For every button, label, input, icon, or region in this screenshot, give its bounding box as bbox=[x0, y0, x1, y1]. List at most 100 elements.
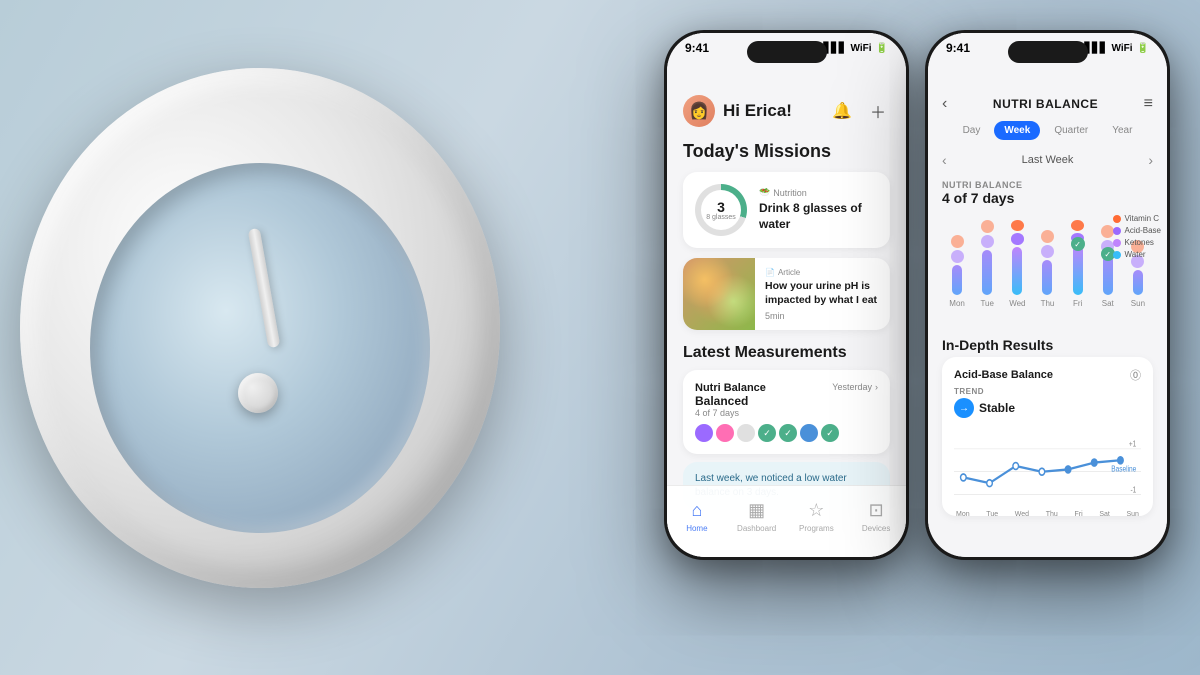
tab-year[interactable]: Year bbox=[1102, 121, 1142, 140]
avatar-hi-area: 👩 Hi Erica! bbox=[683, 95, 792, 127]
status-time-2: 9:41 bbox=[946, 41, 970, 55]
article-category: 📄 Article bbox=[765, 268, 880, 277]
mon-dot-2 bbox=[951, 250, 964, 263]
week-nav: ‹ Last Week › bbox=[928, 148, 1167, 176]
dot-sat bbox=[800, 424, 818, 442]
wifi-icon: WiFi bbox=[851, 43, 872, 54]
legend-vitc-label: Vitamin C bbox=[1125, 214, 1160, 223]
thu-bar bbox=[1042, 260, 1052, 295]
mission-title: Drink 8 glasses of water bbox=[759, 201, 878, 232]
acid-base-card: Acid-Base Balance ⓪ TREND → Stable bbox=[942, 357, 1153, 516]
x-fri: Fri bbox=[1074, 511, 1082, 518]
measurement-card[interactable]: Nutri Balance Balanced 4 of 7 days Yeste… bbox=[683, 370, 890, 454]
week-label: Last Week bbox=[1022, 154, 1074, 166]
article-card[interactable]: 📄 Article How your urine pH is impacted … bbox=[683, 258, 890, 330]
legend-dot-water bbox=[1113, 251, 1121, 259]
x-thu: Thu bbox=[1046, 511, 1058, 518]
toilet-image bbox=[0, 0, 580, 675]
toilet-bowl bbox=[20, 48, 520, 628]
nav-programs[interactable]: ☆ Programs bbox=[787, 500, 847, 533]
signal-icon: ▋▋▋ bbox=[823, 43, 846, 54]
mission-text: 🥗 Nutrition Drink 8 glasses of water bbox=[759, 187, 878, 232]
measurement-status: Balanced bbox=[695, 394, 766, 408]
p2-title: NUTRI BALANCE bbox=[993, 97, 1098, 111]
dynamic-island-2 bbox=[1008, 41, 1088, 63]
mission-category-label: Nutrition bbox=[773, 188, 807, 198]
nav-devices[interactable]: ⊡ Devices bbox=[846, 500, 906, 533]
trend-text: Stable bbox=[979, 401, 1015, 415]
dot-sun: ✓ bbox=[821, 424, 839, 442]
legend-acid-label: Acid-Base bbox=[1125, 226, 1161, 235]
next-week-button[interactable]: › bbox=[1148, 152, 1153, 168]
water-count-inner: 3 8 glasses bbox=[701, 190, 741, 230]
nav-home-label: Home bbox=[686, 524, 707, 533]
article-img-visual bbox=[683, 258, 755, 330]
article-image bbox=[683, 258, 755, 330]
dot-wed bbox=[737, 424, 755, 442]
programs-icon: ☆ bbox=[808, 500, 824, 521]
phones-container: 9:41 ▋▋▋ WiFi 🔋 👩 Hi Erica! bbox=[664, 30, 1170, 560]
nutrition-icon: 🥗 bbox=[759, 187, 770, 198]
mission-water-card[interactable]: 3 8 glasses 🥗 Nutrition Drink 8 glasses … bbox=[683, 172, 890, 248]
home-icon: ⌂ bbox=[691, 500, 702, 521]
thu-dot-2 bbox=[1041, 245, 1054, 258]
x-sun: Sun bbox=[1127, 511, 1139, 518]
wed-dots bbox=[1011, 220, 1024, 295]
checkmark-thu: ✓ bbox=[763, 428, 771, 439]
tab-day[interactable]: Day bbox=[953, 121, 991, 140]
fri-dots: ✓ bbox=[1071, 220, 1084, 295]
balance-val: 4 of 7 days bbox=[942, 190, 1153, 206]
legend-water: Water bbox=[1113, 250, 1161, 259]
x-tue: Tue bbox=[986, 511, 998, 518]
back-button[interactable]: ‹ bbox=[942, 95, 947, 113]
svg-text:Baseline: Baseline bbox=[1111, 464, 1136, 474]
measurement-name: Nutri Balance bbox=[695, 382, 766, 394]
fri-dot-1 bbox=[1071, 220, 1084, 231]
chart-legend: Vitamin C Acid-Base Ketones Water bbox=[1113, 214, 1161, 259]
measurements-title: Latest Measurements bbox=[667, 340, 906, 370]
status-icons-1: ▋▋▋ WiFi 🔋 bbox=[823, 43, 888, 54]
wed-dot-1 bbox=[1011, 220, 1024, 231]
mission-category: 🥗 Nutrition bbox=[759, 187, 878, 198]
chart-col-thu: Thu bbox=[1032, 220, 1062, 308]
fri-label: Fri bbox=[1073, 299, 1082, 308]
help-icon[interactable]: ⓪ bbox=[1130, 367, 1141, 383]
p2-header: ‹ NUTRI BALANCE ≡ bbox=[928, 59, 1167, 121]
nav-home[interactable]: ⌂ Home bbox=[667, 500, 727, 533]
dashboard-icon: ▦ bbox=[748, 500, 765, 521]
tue-dot-1 bbox=[981, 220, 994, 233]
toilet-outer-ring bbox=[20, 68, 500, 588]
add-icon[interactable]: ＋ bbox=[866, 99, 890, 123]
tab-quarter[interactable]: Quarter bbox=[1044, 121, 1098, 140]
legend-water-label: Water bbox=[1125, 250, 1146, 259]
dot-thu: ✓ bbox=[758, 424, 776, 442]
x-axis-labels: Mon Tue Wed Thu Fri Sat Sun bbox=[954, 511, 1141, 518]
notification-icon[interactable]: 🔔 bbox=[830, 99, 854, 123]
wifi-icon-2: WiFi bbox=[1112, 43, 1133, 54]
greeting-text: Hi Erica! bbox=[723, 101, 792, 121]
tab-week[interactable]: Week bbox=[994, 121, 1040, 140]
x-wed: Wed bbox=[1015, 511, 1029, 518]
prev-week-button[interactable]: ‹ bbox=[942, 152, 947, 168]
tue-dots bbox=[981, 220, 994, 295]
ph-line-chart: +1 -1 Baseline bbox=[954, 426, 1141, 506]
water-sub-label: 8 glasses bbox=[706, 214, 736, 221]
signal-icon-2: ▋▋▋ bbox=[1084, 43, 1107, 54]
article-time: 5min bbox=[765, 311, 880, 321]
phone1-screen: 9:41 ▋▋▋ WiFi 🔋 👩 Hi Erica! bbox=[667, 33, 906, 557]
trend-value: → Stable bbox=[954, 398, 1141, 418]
nav-dashboard[interactable]: ▦ Dashboard bbox=[727, 500, 787, 533]
thu-dot-1 bbox=[1041, 230, 1054, 243]
phone2: 9:41 ▋▋▋ WiFi 🔋 ‹ NUTRI BALANCE ≡ Day bbox=[925, 30, 1170, 560]
phone2-screen: 9:41 ▋▋▋ WiFi 🔋 ‹ NUTRI BALANCE ≡ Day bbox=[928, 33, 1167, 557]
missions-section-title: Today's Missions bbox=[667, 137, 906, 172]
legend-vitamin-c: Vitamin C bbox=[1113, 214, 1161, 223]
menu-icon[interactable]: ≡ bbox=[1144, 95, 1153, 113]
phone1: 9:41 ▋▋▋ WiFi 🔋 👩 Hi Erica! bbox=[664, 30, 909, 560]
water-progress-circle: 3 8 glasses bbox=[695, 184, 747, 236]
phone1-content: 9:41 ▋▋▋ WiFi 🔋 👩 Hi Erica! bbox=[667, 33, 906, 557]
x-mon: Mon bbox=[956, 511, 970, 518]
stable-icon: → bbox=[954, 398, 974, 418]
legend-dot-ket bbox=[1113, 239, 1121, 247]
bottom-nav: ⌂ Home ▦ Dashboard ☆ Programs ⊡ Devices bbox=[667, 485, 906, 557]
